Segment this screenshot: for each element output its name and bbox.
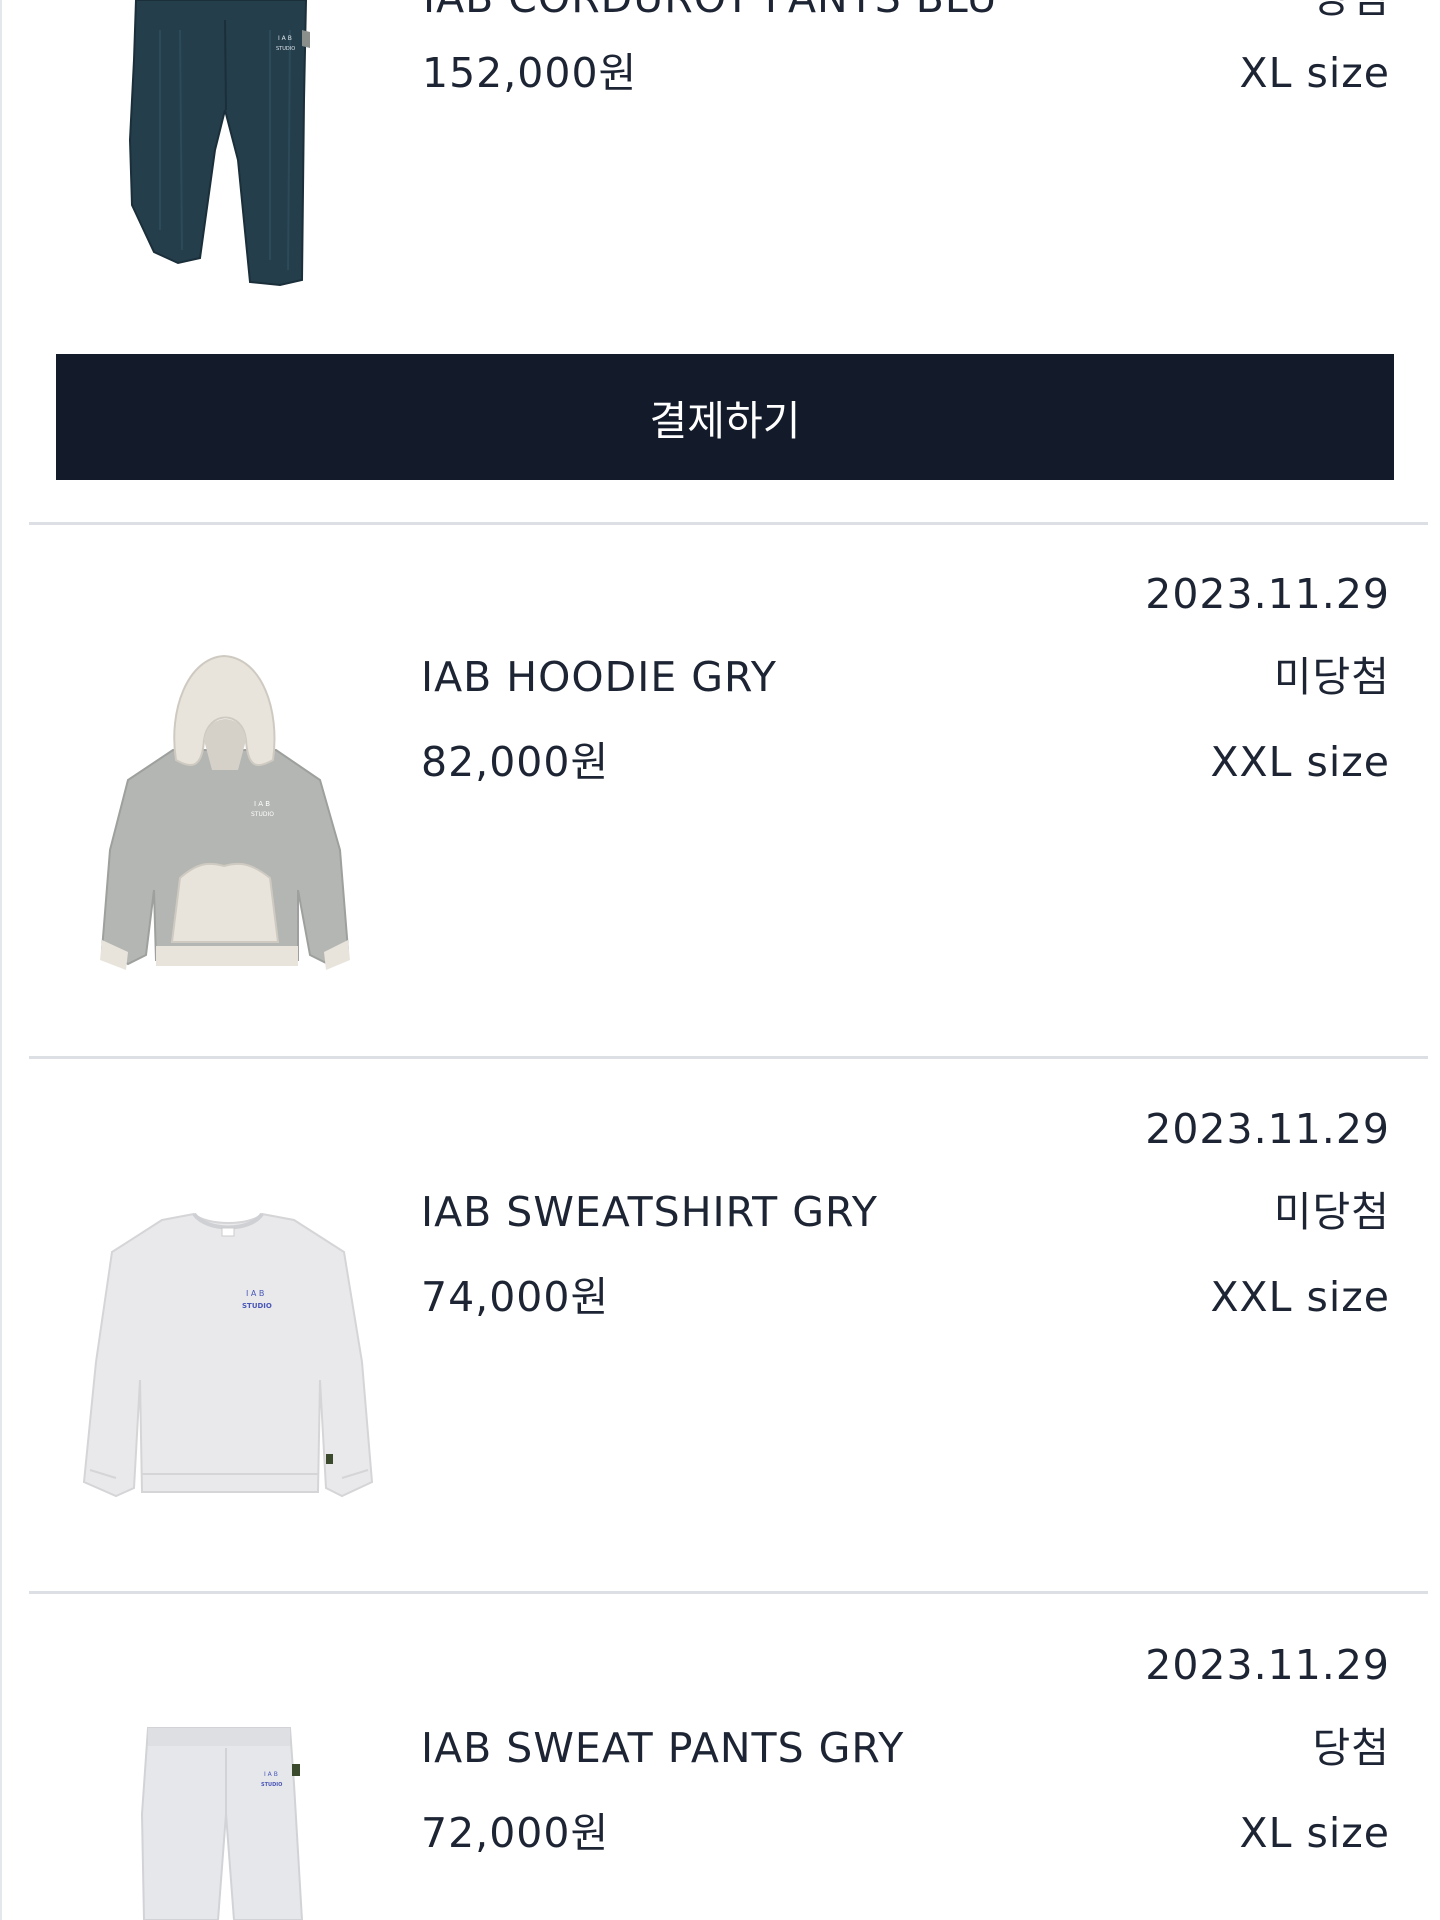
- item-size: XL size: [1239, 49, 1390, 97]
- item-name: IAB SWEATSHIRT GRY: [421, 1188, 878, 1236]
- item-size: XXL size: [1210, 1273, 1390, 1321]
- hoodie-image: I A B STUDIO: [100, 654, 350, 970]
- divider: [29, 1056, 1428, 1059]
- sweatshirt-image: I A B STUDIO: [82, 1212, 374, 1498]
- sweat-pants-image: I A B STUDIO: [140, 1727, 304, 1920]
- logo-letters: I A B: [278, 35, 292, 42]
- item-date: 2023.11.29: [1145, 1641, 1390, 1689]
- item-name: IAB HOODIE GRY: [421, 653, 777, 701]
- pay-button[interactable]: 결제하기: [56, 354, 1394, 480]
- item-status: 당첨: [1313, 0, 1390, 19]
- item-name: IAB CORDUROY PANTS BLU: [423, 0, 998, 19]
- page-edge-line: [0, 0, 2, 1920]
- item-price: 82,000원: [421, 738, 610, 786]
- item-price: 152,000원: [422, 49, 638, 97]
- divider: [29, 522, 1428, 525]
- item-status: 미당첨: [1273, 1188, 1390, 1236]
- item-price: 72,000원: [421, 1809, 610, 1857]
- divider: [29, 1591, 1428, 1594]
- order-history-page: I A B STUDIO IAB CORDUROY PANTS BLU 당첨 1…: [0, 0, 1440, 1920]
- item-price: 74,000원: [421, 1273, 610, 1321]
- sweatshirt-logo-letters: I A B: [246, 1289, 264, 1298]
- item-date: 2023.11.29: [1145, 570, 1390, 618]
- pants-logo-letters: I A B: [264, 1771, 278, 1778]
- item-size: XL size: [1239, 1809, 1390, 1857]
- pants-logo-studio: STUDIO: [261, 1782, 282, 1788]
- hoodie-logo-letters: I A B: [254, 800, 270, 808]
- corduroy-pants-image: I A B STUDIO: [128, 0, 310, 287]
- sweatshirt-logo-studio: STUDIO: [242, 1302, 272, 1310]
- item-date: 2023.11.29: [1145, 1105, 1390, 1153]
- item-size: XXL size: [1210, 738, 1390, 786]
- item-status: 당첨: [1312, 1724, 1390, 1772]
- item-status: 미당첨: [1273, 653, 1390, 701]
- logo-studio: STUDIO: [276, 46, 295, 52]
- hoodie-logo-studio: STUDIO: [251, 811, 274, 818]
- item-name: IAB SWEAT PANTS GRY: [421, 1724, 905, 1772]
